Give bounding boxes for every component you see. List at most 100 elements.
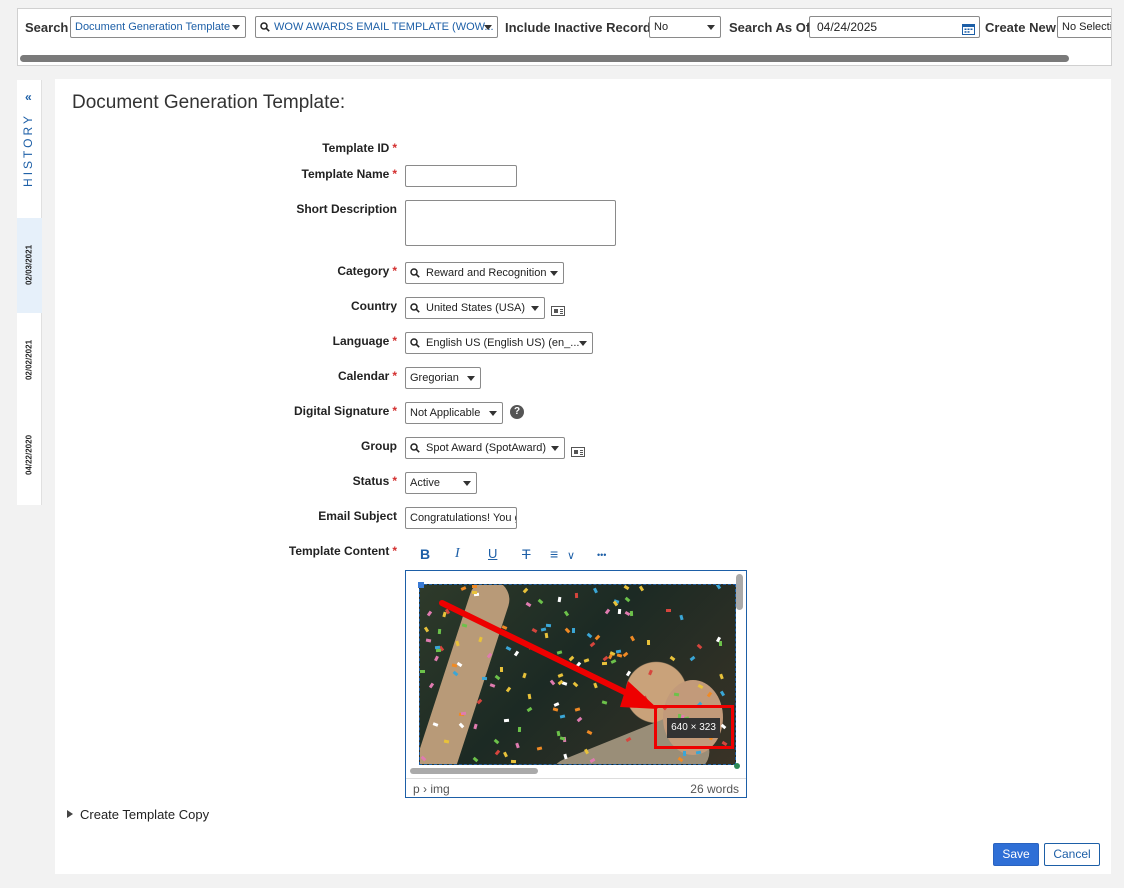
template-content-editor[interactable]: 640 × 323 p › img 26 words	[405, 570, 747, 798]
template-name-input[interactable]	[405, 165, 517, 187]
editor-vertical-scrollbar[interactable]	[736, 574, 743, 610]
calendar-select[interactable]: Gregorian	[405, 367, 481, 389]
search-icon	[410, 263, 426, 283]
align-dropdown-icon[interactable]: ∨	[567, 549, 575, 562]
digital-signature-select[interactable]: Not Applicable	[405, 402, 503, 424]
template-name-label: Template Name *	[301, 167, 397, 181]
country-value: United States (USA)	[426, 302, 526, 314]
search-label: Search	[25, 20, 69, 35]
chevron-down-icon	[463, 481, 471, 486]
create-new-label: Create New	[985, 20, 1056, 35]
chevron-down-icon	[531, 306, 539, 311]
history-entry[interactable]: 02/03/2021	[17, 218, 42, 313]
help-icon[interactable]: ?	[510, 405, 524, 419]
required-marker: *	[392, 404, 397, 418]
template-content-label: Template Content *	[288, 544, 397, 558]
search-icon	[410, 298, 426, 318]
email-subject-label: Email Subject	[318, 509, 397, 523]
strikethrough-button[interactable]: T	[522, 546, 531, 562]
cancel-button[interactable]: Cancel	[1044, 843, 1100, 866]
category-label: Category *	[337, 264, 397, 278]
include-inactive-label: Include Inactive Records	[505, 20, 659, 35]
page-title: Document Generation Template:	[72, 92, 346, 113]
history-date: 04/22/2020	[24, 434, 34, 476]
include-inactive-value: No	[654, 21, 669, 33]
group-label: Group	[361, 439, 397, 453]
expand-icon	[67, 810, 73, 818]
editor-status-bar: p › img 26 words	[406, 778, 746, 798]
digital-signature-label: Digital Signature *	[293, 404, 397, 418]
chevron-down-icon	[484, 25, 492, 30]
create-new-select[interactable]: No Selection	[1057, 16, 1112, 38]
search-icon	[410, 438, 426, 458]
history-date: 02/03/2021	[24, 244, 34, 286]
details-card-icon[interactable]	[571, 447, 585, 457]
country-select[interactable]: United States (USA)	[405, 297, 545, 319]
align-icon[interactable]: ≡	[550, 546, 558, 562]
digital-signature-value: Not Applicable	[410, 407, 481, 419]
calendar-value: Gregorian	[410, 372, 459, 384]
bold-button[interactable]: B	[420, 546, 430, 562]
category-select[interactable]: Reward and Recognition	[405, 262, 564, 284]
editor-horizontal-scrollbar[interactable]	[410, 768, 538, 774]
italic-button[interactable]: I	[455, 546, 460, 562]
required-marker: *	[392, 141, 397, 155]
group-select[interactable]: Spot Award (SpotAward)	[405, 437, 565, 459]
history-panel: « HISTORY 02/03/2021 02/02/2021 04/22/20…	[17, 80, 42, 505]
resize-handle[interactable]	[418, 582, 424, 588]
language-select[interactable]: English US (English US) (en_...	[405, 332, 593, 354]
history-date: 02/02/2021	[24, 339, 34, 381]
include-inactive-select[interactable]: No	[649, 16, 721, 38]
create-template-copy-toggle[interactable]: Create Template Copy	[67, 807, 209, 822]
horizontal-scrollbar[interactable]	[20, 55, 1069, 62]
chevron-down-icon	[707, 25, 715, 30]
history-entry[interactable]: 02/02/2021	[17, 313, 42, 408]
resize-handle[interactable]	[734, 763, 740, 769]
template-id-label: Template ID *	[322, 141, 397, 155]
search-record-value: WOW AWARDS EMAIL TEMPLATE (WOW...	[274, 21, 494, 33]
email-subject-input[interactable]: Congratulations! You go	[405, 507, 517, 529]
main-panel: Document Generation Template: Template I…	[55, 79, 1111, 874]
status-select[interactable]: Active	[405, 472, 477, 494]
highlight-box-annotation	[654, 705, 734, 749]
chevron-down-icon	[467, 376, 475, 381]
create-template-copy-label: Create Template Copy	[80, 807, 210, 822]
chevron-down-icon	[551, 446, 559, 451]
required-marker: *	[392, 544, 397, 558]
history-header[interactable]: « HISTORY	[17, 80, 42, 218]
required-marker: *	[392, 474, 397, 488]
details-card-icon[interactable]	[551, 306, 565, 316]
more-options-icon[interactable]: •••	[597, 550, 606, 560]
element-path[interactable]: p › img	[413, 782, 450, 796]
collapse-icon[interactable]: «	[25, 90, 32, 104]
history-entry[interactable]: 04/22/2020	[17, 408, 42, 503]
chevron-down-icon	[232, 25, 240, 30]
required-marker: *	[392, 369, 397, 383]
chevron-down-icon	[489, 411, 497, 416]
calendar-icon[interactable]	[962, 21, 975, 37]
search-record-select[interactable]: WOW AWARDS EMAIL TEMPLATE (WOW...	[255, 16, 498, 38]
save-button[interactable]: Save	[993, 843, 1039, 866]
search-as-of-date-input[interactable]: 04/24/2025	[809, 16, 980, 38]
chevron-down-icon	[550, 271, 558, 276]
language-label: Language *	[332, 334, 397, 348]
search-type-value: Document Generation Template	[75, 21, 231, 33]
history-label: HISTORY	[21, 113, 35, 187]
short-description-textarea[interactable]	[405, 200, 616, 246]
search-type-select[interactable]: Document Generation Template	[70, 16, 246, 38]
short-description-label: Short Description	[296, 202, 397, 216]
category-value: Reward and Recognition	[426, 267, 547, 279]
create-new-value: No Selection	[1062, 21, 1112, 33]
required-marker: *	[392, 334, 397, 348]
status-value: Active	[410, 477, 440, 489]
word-count: 26 words	[690, 782, 739, 796]
underline-button[interactable]: U	[488, 546, 497, 561]
search-as-of-value: 04/24/2025	[817, 20, 878, 34]
language-value: English US (English US) (en_...	[426, 337, 580, 349]
chevron-down-icon	[579, 341, 587, 346]
country-label: Country	[351, 299, 397, 313]
status-label: Status *	[352, 474, 397, 488]
search-bar: Search Document Generation Template WOW …	[17, 8, 1112, 66]
search-icon	[410, 333, 426, 353]
group-value: Spot Award (SpotAward)	[426, 442, 547, 454]
